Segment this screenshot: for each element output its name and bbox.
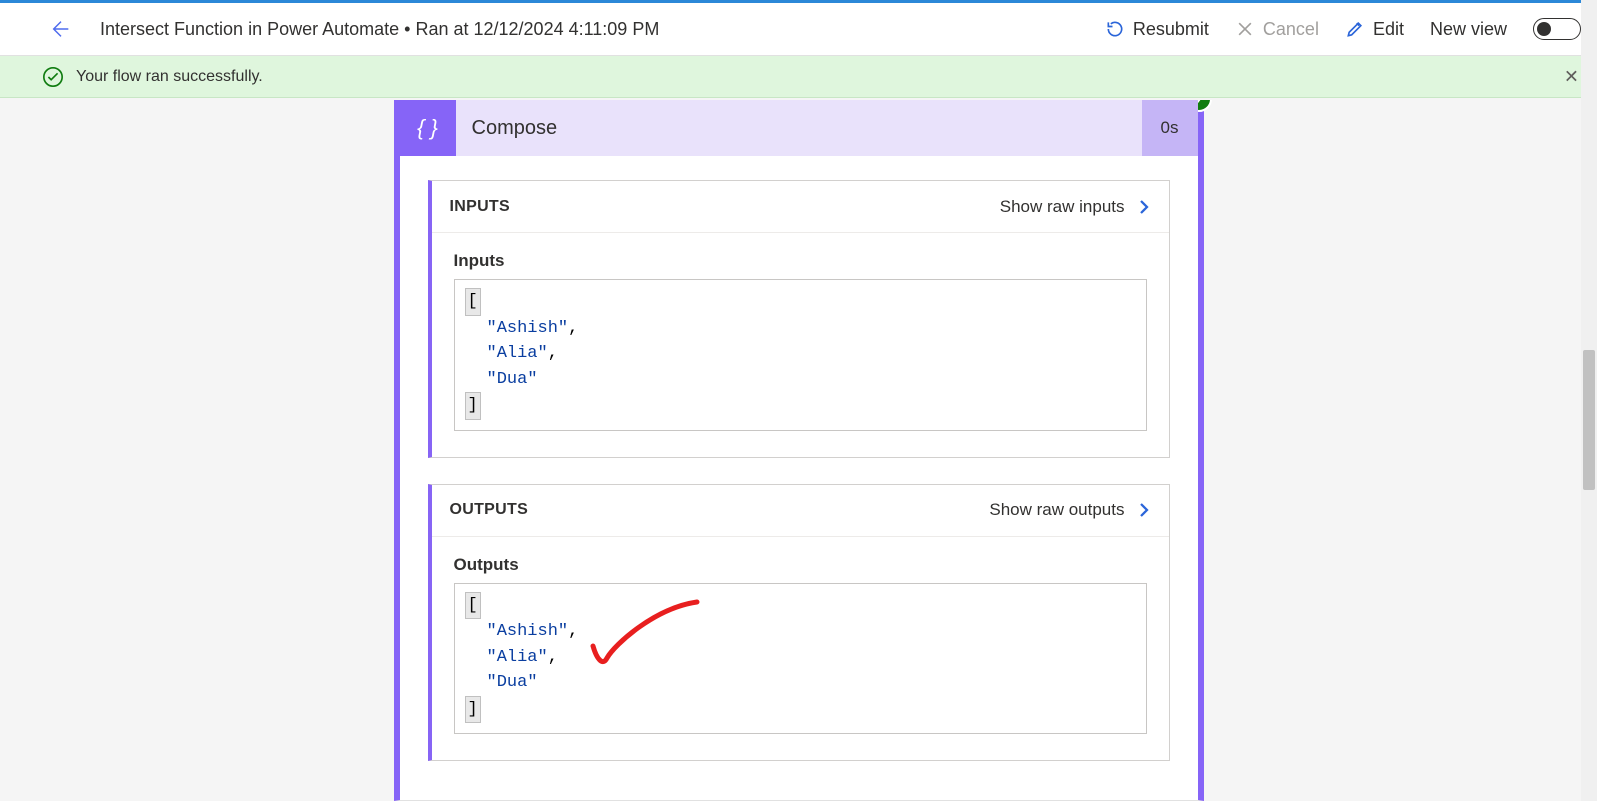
- resubmit-icon: [1105, 19, 1125, 39]
- card-duration: 0s: [1142, 100, 1198, 156]
- inputs-section: INPUTS Show raw inputs Inputs [ "Ashish"…: [428, 180, 1170, 458]
- outputs-json: [ "Ashish", "Alia", "Dua" ]: [454, 583, 1147, 735]
- scrollbar-thumb[interactable]: [1583, 350, 1595, 490]
- inputs-header-row: INPUTS Show raw inputs: [432, 181, 1169, 233]
- outputs-sub-body: Outputs [ "Ashish", "Alia", "Dua" ]: [432, 537, 1169, 761]
- outputs-section: OUTPUTS Show raw outputs Outputs [ "Ashi…: [428, 484, 1170, 762]
- resubmit-button[interactable]: Resubmit: [1105, 19, 1209, 40]
- inputs-header-label: INPUTS: [450, 198, 510, 216]
- inputs-value-0: Ashish: [497, 319, 558, 338]
- outputs-sub-label: Outputs: [454, 555, 1147, 575]
- chevron-right-icon: [1135, 501, 1153, 519]
- show-raw-outputs-label: Show raw outputs: [989, 500, 1124, 520]
- success-message: Your flow ran successfully.: [76, 68, 263, 86]
- cancel-icon: [1235, 19, 1255, 39]
- cancel-label: Cancel: [1263, 19, 1319, 40]
- inputs-value-1: Alia: [497, 344, 538, 363]
- outputs-value-2: Dua: [497, 673, 528, 692]
- canvas-area: { } Compose 0s INPUTS Show raw inputs In…: [0, 100, 1597, 801]
- new-view-label: New view: [1430, 19, 1507, 40]
- edit-button[interactable]: Edit: [1345, 19, 1404, 40]
- compose-action-card: { } Compose 0s INPUTS Show raw inputs In…: [394, 100, 1204, 801]
- close-banner-icon[interactable]: ✕: [1564, 66, 1579, 87]
- inputs-sub-label: Inputs: [454, 251, 1147, 271]
- toolbar-actions: Resubmit Cancel Edit New view: [1105, 18, 1581, 40]
- show-raw-inputs-label: Show raw inputs: [1000, 197, 1125, 217]
- flow-name: Intersect Function in Power Automate: [100, 19, 399, 39]
- edit-icon: [1345, 19, 1365, 39]
- success-banner: Your flow ran successfully. ✕: [0, 56, 1597, 98]
- outputs-header-row: OUTPUTS Show raw outputs: [432, 485, 1169, 537]
- compose-icon: { }: [400, 100, 456, 156]
- outputs-value-0: Ashish: [497, 622, 558, 641]
- top-toolbar: Intersect Function in Power Automate • R…: [0, 0, 1597, 56]
- inputs-sub-body: Inputs [ "Ashish", "Alia", "Dua" ]: [432, 233, 1169, 457]
- new-view-toggle[interactable]: [1533, 18, 1581, 40]
- ran-at: Ran at 12/12/2024 4:11:09 PM: [415, 19, 659, 39]
- inputs-json: [ "Ashish", "Alia", "Dua" ]: [454, 279, 1147, 431]
- card-body: INPUTS Show raw inputs Inputs [ "Ashish"…: [400, 156, 1198, 801]
- resubmit-label: Resubmit: [1133, 19, 1209, 40]
- card-header[interactable]: { } Compose 0s: [400, 100, 1198, 156]
- show-raw-inputs-link[interactable]: Show raw inputs: [1000, 197, 1153, 217]
- success-check-icon: [42, 66, 64, 88]
- outputs-value-1: Alia: [497, 648, 538, 667]
- scrollbar[interactable]: [1581, 0, 1597, 801]
- title-separator: •: [399, 19, 415, 39]
- outputs-header-label: OUTPUTS: [450, 501, 529, 519]
- show-raw-outputs-link[interactable]: Show raw outputs: [989, 500, 1152, 520]
- card-title: Compose: [456, 117, 558, 140]
- cancel-button: Cancel: [1235, 19, 1319, 40]
- back-arrow-icon[interactable]: [50, 18, 72, 40]
- inputs-value-2: Dua: [497, 370, 528, 389]
- chevron-right-icon: [1135, 198, 1153, 216]
- edit-label: Edit: [1373, 19, 1404, 40]
- flow-run-title: Intersect Function in Power Automate • R…: [100, 19, 1105, 40]
